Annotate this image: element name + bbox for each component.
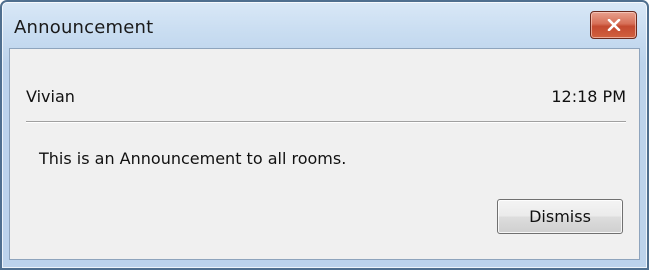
timestamp: 12:18 PM — [551, 87, 626, 106]
divider — [26, 121, 626, 123]
dialog-content: Vivian 12:18 PM This is an Announcement … — [9, 48, 640, 260]
close-icon — [607, 19, 621, 31]
announcement-dialog: Announcement Vivian 12:18 PM This is an … — [0, 0, 649, 270]
window-title: Announcement — [14, 17, 154, 38]
announcement-message: This is an Announcement to all rooms. — [39, 149, 347, 168]
close-button[interactable] — [590, 11, 637, 39]
title-bar[interactable]: Announcement — [2, 2, 647, 48]
dismiss-button[interactable]: Dismiss — [497, 199, 623, 234]
sender-name: Vivian — [26, 87, 75, 106]
